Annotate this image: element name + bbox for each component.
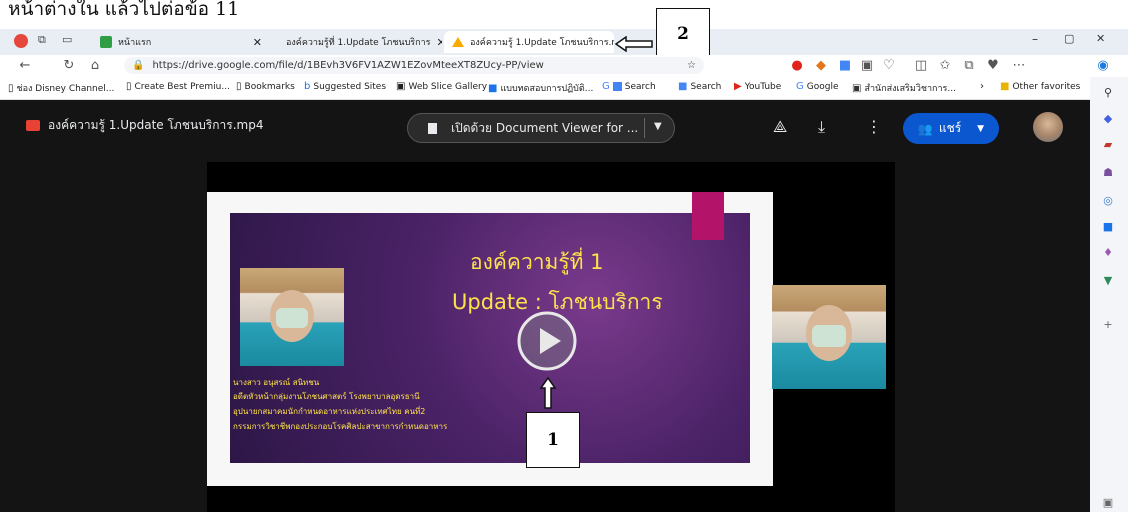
- google-drive-icon: [452, 37, 464, 47]
- people-icon: 👥: [917, 121, 933, 136]
- favorite-link[interactable]: ▯ Create Best Premiu...: [126, 81, 230, 92]
- shopping-icon[interactable]: ▰: [1100, 138, 1116, 151]
- favorite-link[interactable]: ▯ ช่อง Disney Channel...: [8, 81, 114, 95]
- favorite-link[interactable]: ▣ Web Slice Gallery: [396, 81, 487, 92]
- google-icon: G: [796, 81, 804, 92]
- favorite-star-icon[interactable]: ☆: [687, 60, 696, 71]
- favorite-link[interactable]: ▯ Bookmarks: [236, 81, 295, 92]
- favorite-link[interactable]: ■ Search: [678, 81, 721, 92]
- add-icon[interactable]: +: [1100, 318, 1116, 331]
- tab-label: องค์ความรู้ที่ 1.Update โภชนบริการ: [286, 38, 431, 48]
- callout-2: 2: [656, 8, 710, 60]
- favorites-bar: ▯ ช่อง Disney Channel... ▯ Create Best Pre…: [0, 77, 1090, 100]
- workspaces-icon[interactable]: ⧉: [38, 33, 46, 47]
- chevron-down-icon: ▼: [977, 123, 985, 134]
- refresh-icon[interactable]: ↻: [60, 56, 78, 75]
- split-screen-icon[interactable]: ◫: [912, 56, 930, 75]
- tag-icon[interactable]: ◆: [1100, 112, 1116, 125]
- minimize-icon[interactable]: –: [1032, 32, 1038, 46]
- people-icon[interactable]: ☗: [1100, 166, 1116, 179]
- favorite-link[interactable]: G Google: [796, 81, 839, 92]
- slide-credit-line: กรรมการวิชาชีพกองประกอบโรคศิลปะสาขาการกำ…: [233, 422, 448, 431]
- opera-extension-icon[interactable]: ●: [788, 56, 806, 75]
- maximize-icon[interactable]: ▢: [1064, 32, 1074, 45]
- account-avatar[interactable]: [1033, 112, 1063, 142]
- file-title: องค์ความรู้ 1.Update โภชนบริการ.mp4: [26, 116, 263, 135]
- browser-essentials-icon[interactable]: ♡: [880, 56, 898, 75]
- browser-tab-bar: ⧉ ▭ หน้าแรก ✕ องค์ความรู้ที่ 1.Update โภ…: [0, 29, 1128, 55]
- search-icon: [612, 82, 622, 91]
- google-icon: G: [602, 81, 610, 92]
- close-tab-icon[interactable]: ✕: [430, 36, 442, 49]
- tab-video-active[interactable]: องค์ความรู้ 1.Update โภชนบริการ.m ✕: [444, 31, 614, 53]
- document-icon: [428, 122, 437, 134]
- presenter-webcam: [772, 285, 886, 389]
- slide-credit-line: อดีตหัวหน้ากลุ่มงานโภชนศาสตร์ โรงพยาบาลอ…: [233, 392, 420, 401]
- sidebar-settings-icon[interactable]: ▣: [1100, 496, 1116, 509]
- share-button[interactable]: 👥 แชร์ ▼: [903, 113, 999, 144]
- tab-actions-icon[interactable]: ▭: [62, 33, 72, 46]
- address-bar[interactable]: 🔒 https://drive.google.com/file/d/1BEvh3…: [124, 57, 704, 74]
- slide-credit-line: นางสาว อนุสรณ์ สนิทชน: [233, 378, 320, 387]
- tab-home[interactable]: หน้าแรก ✕: [92, 31, 270, 53]
- games-icon[interactable]: ◎: [1100, 194, 1116, 207]
- chevron-down-icon[interactable]: ▼: [654, 121, 662, 132]
- web-slice-icon: ▣: [396, 81, 406, 92]
- url-text: https://drive.google.com/file/d/1BEvh3V6…: [152, 60, 544, 71]
- play-icon[interactable]: [516, 310, 578, 372]
- favorite-link[interactable]: b Suggested Sites: [304, 81, 386, 92]
- page-icon: ▯: [8, 82, 14, 94]
- copilot-icon[interactable]: ◉: [1094, 56, 1112, 75]
- callout-1: 1: [526, 412, 580, 468]
- metamask-extension-icon[interactable]: ◆: [812, 56, 830, 75]
- tab-label: หน้าแรก: [118, 38, 152, 48]
- bing-icon: b: [304, 81, 311, 92]
- folder-icon: ■: [1000, 81, 1010, 92]
- video-file-icon: [26, 120, 40, 131]
- form-icon: ■: [488, 82, 498, 94]
- page-heading: หน้าต่างใน แล้วไปต่อข้อ 11: [8, 0, 240, 20]
- close-window-icon[interactable]: ✕: [1096, 32, 1105, 45]
- favorite-link[interactable]: ▣ สำนักส่งเสริมวิชาการ...: [852, 81, 956, 95]
- lock-icon: 🔒: [132, 60, 145, 71]
- more-vert-icon[interactable]: ⋮: [866, 117, 882, 136]
- more-options-icon[interactable]: ⋯: [1010, 56, 1028, 75]
- favorites-icon[interactable]: ✩: [936, 56, 954, 75]
- slide-credit-line: อุปนายกสมาคมนักกำหนดอาหารแห่งประเทศไทย ค…: [233, 407, 426, 416]
- home-tab-favicon-icon: [100, 36, 112, 48]
- presenter-photo: [240, 268, 344, 366]
- back-icon[interactable]: ←: [16, 56, 34, 75]
- tab-knowledge-1[interactable]: องค์ความรู้ที่ 1.Update โภชนบริการ ✕: [272, 31, 442, 53]
- edge-profile-icon[interactable]: [14, 34, 28, 48]
- arrow-up-icon: [539, 376, 557, 409]
- page-icon: ▯: [126, 81, 132, 92]
- add-shortcut-icon[interactable]: ⟁: [773, 117, 787, 137]
- designer-icon[interactable]: ♦: [1100, 246, 1116, 259]
- youtube-icon: ▶: [734, 81, 742, 92]
- download-icon[interactable]: ⤓: [818, 117, 825, 137]
- performance-icon[interactable]: ♥: [984, 56, 1002, 75]
- collections-icon[interactable]: ⧉: [960, 56, 978, 75]
- chevron-right-icon[interactable]: ›: [980, 81, 984, 92]
- open-with-button[interactable]: เปิดด้วย Document Viewer for ... ▼: [407, 113, 675, 143]
- other-favorites-folder[interactable]: ■ Other favorites: [1000, 81, 1080, 92]
- favorite-link[interactable]: ■ แบบทดสอบการปฏิบัติ...: [488, 81, 593, 95]
- extension-icon[interactable]: ■: [836, 56, 854, 75]
- office-icon: ▣: [852, 82, 862, 94]
- page-icon: ▯: [236, 81, 242, 92]
- favorite-link[interactable]: G Search: [602, 81, 656, 92]
- close-tab-icon[interactable]: ✕: [247, 36, 262, 49]
- divider: [644, 118, 645, 138]
- favorite-link[interactable]: ▶ YouTube: [734, 81, 781, 92]
- home-icon[interactable]: ⌂: [86, 56, 104, 75]
- search-icon: ■: [678, 81, 688, 92]
- screenshot-icon[interactable]: ▣: [858, 56, 876, 75]
- search-icon[interactable]: ⚲: [1100, 86, 1116, 99]
- outlook-icon[interactable]: ■: [1100, 220, 1116, 233]
- slide-accent-bar: [692, 192, 724, 240]
- drop-icon[interactable]: ▼: [1100, 274, 1116, 287]
- slide-title-line1: องค์ความรู้ที่ 1: [470, 250, 604, 274]
- arrow-left-icon: [614, 36, 653, 52]
- tab-label: องค์ความรู้ 1.Update โภชนบริการ.m: [470, 38, 614, 48]
